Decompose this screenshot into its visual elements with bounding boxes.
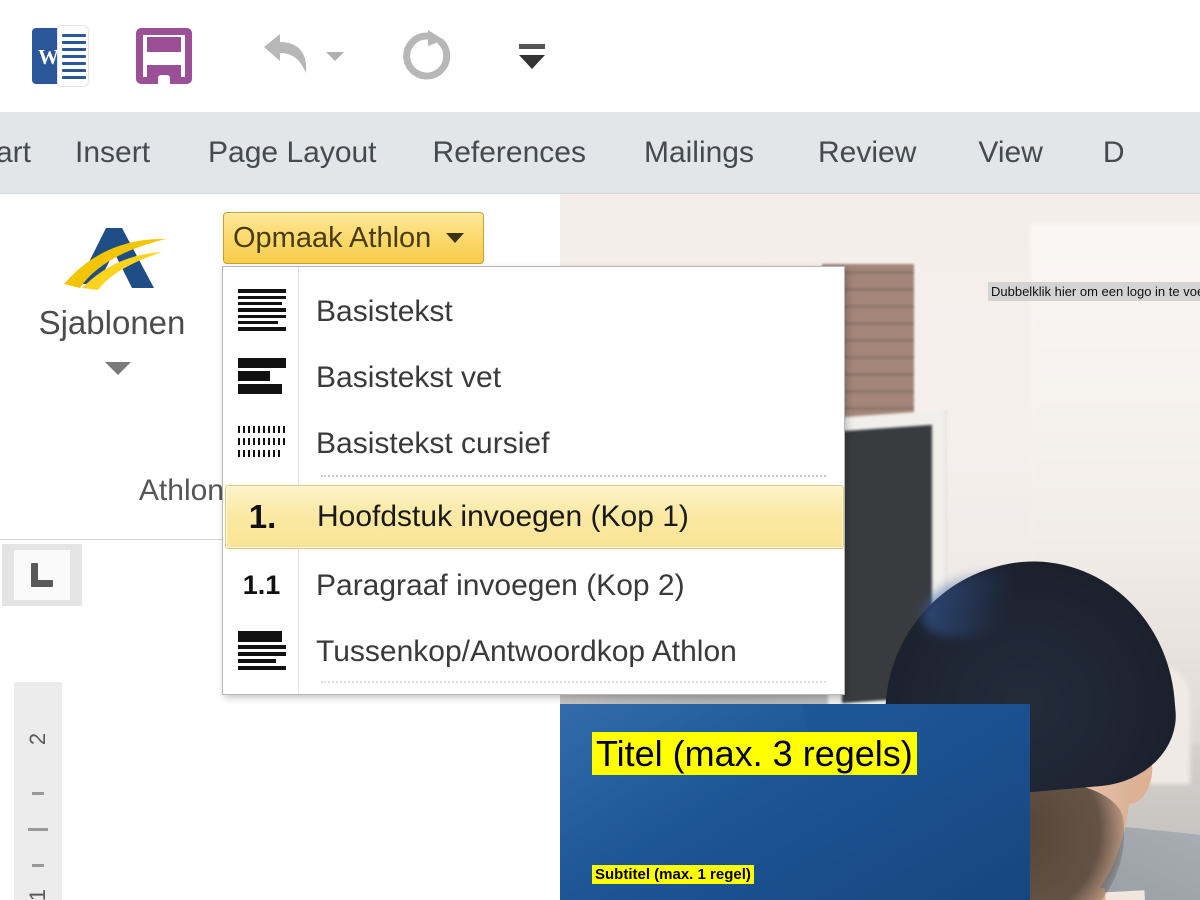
left-tab-stop-icon xyxy=(31,563,53,587)
ruler-tick-2: 2 xyxy=(25,732,50,746)
tab-page-layout[interactable]: Page Layout xyxy=(208,136,376,170)
tab-view[interactable]: View xyxy=(978,136,1042,170)
gallery-item-basistekst-vet[interactable]: Basistekst vet xyxy=(225,345,844,410)
gallery-item-hoofdstuk-kop1[interactable]: 1. Hoofdstuk invoegen (Kop 1) xyxy=(225,485,844,549)
chevron-down-icon[interactable] xyxy=(105,362,131,375)
paragraph-italic-dots-icon xyxy=(225,411,298,476)
gallery-separator xyxy=(321,475,826,477)
chevron-down-icon xyxy=(446,233,465,243)
paragraph-lines-icon xyxy=(225,279,298,344)
athlon-logo xyxy=(62,226,172,294)
redo-button[interactable] xyxy=(398,28,456,84)
gallery-item-label: Basistekst vet xyxy=(316,360,502,394)
cover-title-block: Titel (max. 3 regels) Subtitel (max. 1 r… xyxy=(560,704,1030,900)
quick-access-toolbar: W xyxy=(0,0,1200,112)
ruler-tick-1: 1 xyxy=(25,888,50,900)
gallery-item-label: Tussenkop/Antwoordkop Athlon xyxy=(316,634,737,668)
opmaak-athlon-dropdown: Basistekst Basistekst vet Basistekst cur… xyxy=(222,266,845,695)
heading-lines-icon xyxy=(225,619,298,684)
numbering-1-icon: 1. xyxy=(248,498,277,535)
gallery-item-tussenkop-athlon[interactable]: Tussenkop/Antwoordkop Athlon xyxy=(225,619,844,684)
gallery-item-basistekst[interactable]: Basistekst xyxy=(225,279,844,344)
opmaak-athlon-button[interactable]: Opmaak Athlon xyxy=(223,212,484,264)
opmaak-athlon-label: Opmaak Athlon xyxy=(233,221,432,254)
tab-insert[interactable]: Insert xyxy=(75,136,150,170)
template-group: Sjablonen Athlon xyxy=(0,194,224,540)
document-subtitle[interactable]: Subtitel (max. 1 regel) xyxy=(592,865,754,884)
gallery-item-label: Paragraaf invoegen (Kop 2) xyxy=(316,568,685,602)
numbering-1-1-icon: 1.1 xyxy=(242,570,281,600)
gallery-separator-bottom xyxy=(321,681,826,683)
save-button[interactable] xyxy=(92,28,192,84)
paragraph-bold-lines-icon xyxy=(225,345,298,410)
tab-stop-selector[interactable] xyxy=(2,544,82,606)
gallery-item-label: Basistekst xyxy=(316,294,453,328)
floppy-disk-icon xyxy=(136,28,192,84)
redo-circular-arrow-icon xyxy=(403,30,451,80)
ribbon-tab-strip: art Insert Page Layout References Mailin… xyxy=(0,112,1200,194)
group-title-athlon: Athlon xyxy=(138,474,224,507)
vertical-ruler[interactable]: 2 1 xyxy=(14,682,62,900)
gallery-item-label: Hoofdstuk invoegen (Kop 1) xyxy=(317,500,689,533)
word-app-icon[interactable]: W xyxy=(0,26,92,86)
undo-arrow-icon xyxy=(264,34,307,73)
tab-design[interactable]: D xyxy=(1103,136,1125,170)
tab-start[interactable]: art xyxy=(0,136,31,170)
gallery-item-label: Basistekst cursief xyxy=(316,426,550,460)
chevron-down-bar-icon xyxy=(519,44,545,69)
tab-mailings[interactable]: Mailings xyxy=(644,136,754,170)
word-window: W art Insert Page Layout References Mail… xyxy=(0,0,1200,900)
gallery-item-basistekst-cursief[interactable]: Basistekst cursief xyxy=(225,411,844,476)
document-title[interactable]: Titel (max. 3 regels) xyxy=(592,732,917,776)
tab-references[interactable]: References xyxy=(433,136,586,170)
chevron-down-icon[interactable] xyxy=(326,51,344,61)
page-top-margin xyxy=(560,194,1200,202)
gallery-item-paragraaf-kop2[interactable]: 1.1 Paragraaf invoegen (Kop 2) xyxy=(225,553,844,618)
logo-placeholder-text[interactable]: Dubbelklik hier om een logo in te voegen xyxy=(988,282,1200,301)
word-app-icon-letter: W xyxy=(38,45,59,69)
tab-review[interactable]: Review xyxy=(818,136,916,170)
customize-qat-button[interactable] xyxy=(512,36,552,76)
undo-button[interactable] xyxy=(250,29,344,83)
sjablonen-button-label[interactable]: Sjablonen xyxy=(0,304,224,342)
